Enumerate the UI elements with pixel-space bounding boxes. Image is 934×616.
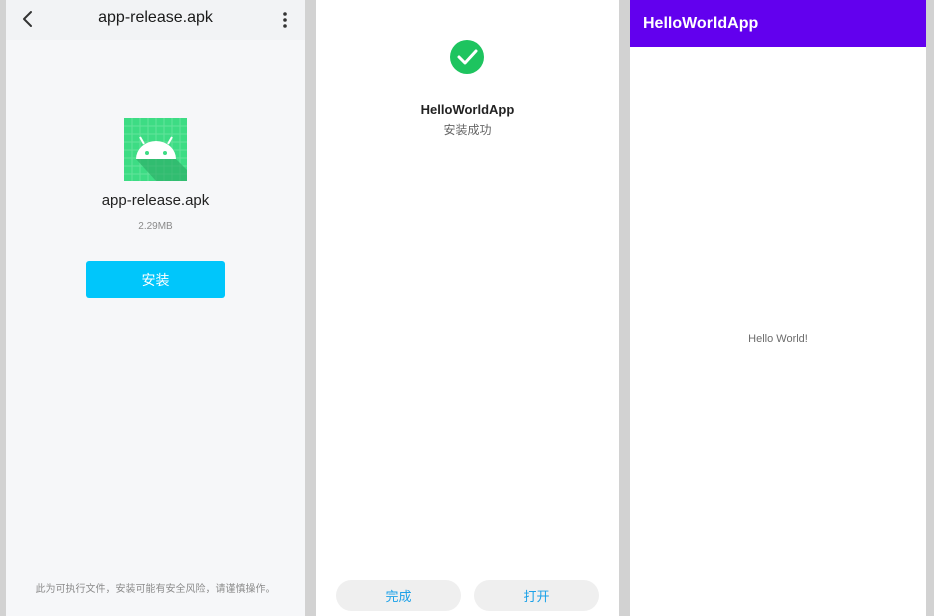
installer-header: app-release.apk [6,0,305,40]
hello-text: Hello World! [748,333,808,345]
more-vertical-icon[interactable] [278,10,292,30]
page-title: app-release.apk [98,9,213,26]
file-size: 2.29MB [138,221,173,232]
app-title: HelloWorldApp [643,15,759,32]
open-button[interactable]: 打开 [474,580,599,611]
install-result-screen: HelloWorldApp 安装成功 完成 打开 [316,0,619,616]
app-bar: HelloWorldApp [630,0,926,47]
file-name: app-release.apk [101,192,210,209]
install-button[interactable]: 安装 [86,261,225,298]
installer-screen: app-release.apk app-release.apk 2.29MB 安… [6,0,305,616]
done-button[interactable]: 完成 [336,580,461,611]
android-icon [124,118,187,181]
app-screen: HelloWorldApp Hello World! [630,0,926,616]
check-circle-icon [450,40,484,74]
app-name: HelloWorldApp [420,102,515,117]
security-warning: 此为可执行文件，安装可能有安全风险，请谨慎操作。 [35,584,276,595]
install-status: 安装成功 [443,123,492,137]
